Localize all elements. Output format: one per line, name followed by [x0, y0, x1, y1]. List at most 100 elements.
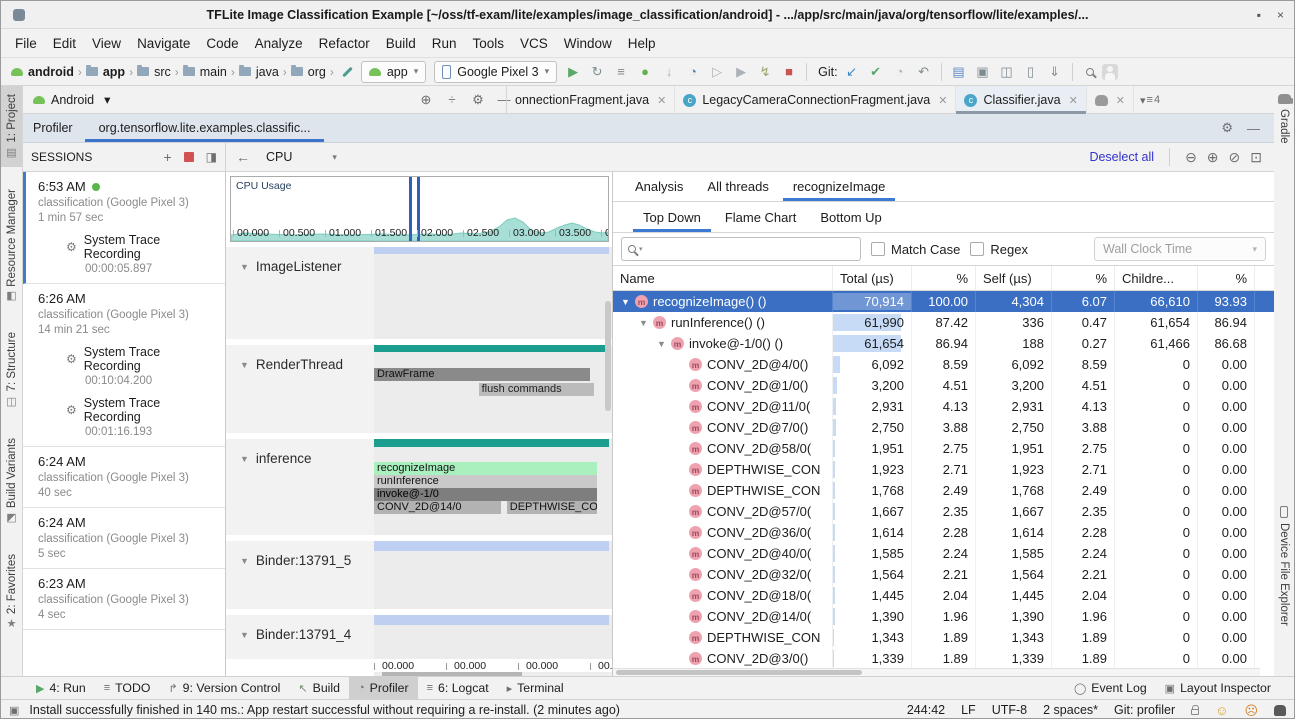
- menu-edit[interactable]: Edit: [45, 32, 84, 55]
- debug-icon[interactable]: ●: [633, 61, 657, 83]
- trace-recording-item[interactable]: ⚙System Trace Recording: [38, 233, 219, 261]
- run-config-select[interactable]: app▾: [361, 61, 426, 83]
- table-row[interactable]: mCONV_2D@1/0()3,2004.513,2004.5100.00: [613, 375, 1274, 396]
- trace-recording-item[interactable]: ⚙System Trace Recording: [38, 345, 219, 373]
- gradle-status-icon[interactable]: [1274, 705, 1286, 716]
- menu-window[interactable]: Window: [556, 32, 620, 55]
- table-row[interactable]: mDEPTHWISE_CON1,3431.891,3431.8900.00: [613, 627, 1274, 648]
- close-icon[interactable]: ✕: [938, 94, 947, 107]
- thread-label[interactable]: ▼ImageListener: [240, 259, 341, 274]
- restart-activity-icon[interactable]: ↯: [753, 61, 777, 83]
- locate-file-icon[interactable]: ⊕: [413, 92, 439, 108]
- stripe-button-device-file-explorer[interactable]: Device File Explorer: [1273, 506, 1295, 626]
- table-row[interactable]: mCONV_2D@7/0()2,7503.882,7503.8800.00: [613, 417, 1274, 438]
- table-row[interactable]: mCONV_2D@58/0(1,9512.751,9512.7500.00: [613, 438, 1274, 459]
- sdk-manager-icon[interactable]: ⇓: [1043, 61, 1067, 83]
- close-icon[interactable]: ✕: [1069, 94, 1078, 107]
- table-row[interactable]: ▼mrunInference() ()61,99087.423360.4761,…: [613, 312, 1274, 333]
- breadcrumb-org[interactable]: org: [291, 65, 326, 79]
- apply-changes-icon[interactable]: ↻: [585, 61, 609, 83]
- file-encoding[interactable]: UTF-8: [992, 703, 1027, 717]
- toolwindow-button-terminal[interactable]: ▸Terminal: [498, 677, 573, 699]
- column-header-1[interactable]: Name: [613, 266, 833, 290]
- stripe-button-gradle[interactable]: Gradle: [1273, 94, 1295, 144]
- stripe-button-2-favorites[interactable]: 2: Favorites★: [1, 546, 22, 638]
- git-history-icon[interactable]: ◔: [888, 61, 912, 83]
- toolwindow-toggle-icon[interactable]: ▣: [9, 704, 19, 717]
- apply-code-changes-icon[interactable]: ↓: [657, 61, 681, 83]
- session-item[interactable]: 6:23 AMclassification (Google Pixel 3)4 …: [23, 569, 225, 630]
- scrollbar-thumb[interactable]: [616, 670, 862, 675]
- emulator-icon[interactable]: ▣: [971, 61, 995, 83]
- editor-tab-profiler-icon[interactable]: ✕: [1087, 86, 1134, 114]
- editor-tab-1[interactable]: onnectionFragment.java✕: [507, 86, 675, 114]
- search-everywhere-icon[interactable]: [1078, 61, 1102, 83]
- trace-span[interactable]: DrawFrame: [374, 368, 590, 381]
- project-view-selector[interactable]: Android ▾: [23, 89, 124, 111]
- breadcrumb-app[interactable]: app: [86, 65, 125, 79]
- deselect-all-link[interactable]: Deselect all: [1089, 150, 1154, 164]
- menu-code[interactable]: Code: [198, 32, 246, 55]
- cpu-usage-chart[interactable]: CPU Usage 00.00000.50001.00001.50002.000…: [230, 176, 609, 242]
- stripe-button-1-project[interactable]: 1: Project▤: [1, 86, 22, 167]
- tab-all-threads[interactable]: All threads: [695, 172, 780, 201]
- menu-navigate[interactable]: Navigate: [129, 32, 198, 55]
- subtab-top-down[interactable]: Top Down: [631, 202, 713, 232]
- git-rollback-icon[interactable]: ↶: [912, 61, 936, 83]
- table-row[interactable]: mCONV_2D@57/0(1,6672.351,6672.3500.00: [613, 501, 1274, 522]
- match-case-checkbox[interactable]: [871, 242, 885, 256]
- sad-face-icon[interactable]: ☹: [1244, 704, 1258, 717]
- column-header-6[interactable]: Childre...: [1115, 266, 1198, 290]
- table-horizontal-scrollbar[interactable]: [613, 668, 1260, 676]
- toolwindow-button-layout-inspector[interactable]: ▣Layout Inspector: [1156, 677, 1280, 699]
- thread-label[interactable]: ▼RenderThread: [240, 357, 343, 372]
- table-row[interactable]: ▼mrecognizeImage() ()70,914100.004,3046.…: [613, 291, 1274, 312]
- menu-vcs[interactable]: VCS: [512, 32, 556, 55]
- menu-build[interactable]: Build: [378, 32, 424, 55]
- trace-span[interactable]: invoke@-1/0: [374, 488, 597, 501]
- thread-group-renderthread[interactable]: ▼RenderThreadDrawFrameflush commands: [226, 345, 613, 433]
- session-item[interactable]: 6:24 AMclassification (Google Pixel 3)40…: [23, 447, 225, 508]
- run-icon[interactable]: ▶: [561, 61, 585, 83]
- thread-label[interactable]: ▼inference: [240, 451, 311, 466]
- zoom-to-selection-icon[interactable]: ⊡: [1250, 149, 1262, 166]
- subtab-flame-chart[interactable]: Flame Chart: [713, 202, 809, 232]
- trace-span[interactable]: runInference: [374, 475, 597, 488]
- toolwindow-button-4-run[interactable]: ▶4: Run: [27, 677, 95, 699]
- trace-span[interactable]: DEPTHWISE_CONV_...: [507, 501, 597, 514]
- device-manager-icon[interactable]: ▤: [947, 61, 971, 83]
- thread-group-inference[interactable]: ▼inferencerecognizeImagerunInferenceinvo…: [226, 439, 613, 535]
- table-row[interactable]: mCONV_2D@36/0(1,6142.281,6142.2800.00: [613, 522, 1274, 543]
- menu-tools[interactable]: Tools: [465, 32, 513, 55]
- column-header-3[interactable]: %: [912, 266, 976, 290]
- session-item[interactable]: 6:24 AMclassification (Google Pixel 3)5 …: [23, 508, 225, 569]
- git-commit-icon[interactable]: ✔: [864, 61, 888, 83]
- menu-view[interactable]: View: [84, 32, 129, 55]
- menu-run[interactable]: Run: [424, 32, 465, 55]
- menu-help[interactable]: Help: [620, 32, 664, 55]
- match-case-option[interactable]: Match Case: [871, 242, 960, 257]
- chevron-down-icon[interactable]: ▼: [240, 556, 249, 566]
- collapse-panel-icon[interactable]: ◨: [206, 150, 217, 164]
- table-row[interactable]: mCONV_2D@11/0(2,9314.132,9314.1300.00: [613, 396, 1274, 417]
- regex-option[interactable]: Regex: [970, 242, 1028, 257]
- clock-mode-select[interactable]: Wall Clock Time ▾: [1094, 237, 1266, 261]
- table-row[interactable]: mCONV_2D@4/0()6,0928.596,0928.5900.00: [613, 354, 1274, 375]
- search-field[interactable]: ▾: [621, 237, 861, 261]
- git-update-icon[interactable]: ↙: [840, 61, 864, 83]
- zoom-in-icon[interactable]: ⊕: [1207, 149, 1219, 166]
- chevron-down-icon[interactable]: ▼: [240, 262, 249, 272]
- thread-group-imagelistener[interactable]: ▼ImageListener: [226, 247, 613, 339]
- expand-arrow-icon[interactable]: ▼: [657, 339, 671, 349]
- column-header-2[interactable]: Total (µs): [833, 266, 912, 290]
- thread-group-binder-13791-4[interactable]: ▼Binder:13791_4: [226, 615, 613, 659]
- profile-icon[interactable]: ◔: [681, 61, 705, 83]
- toolwindow-button-todo[interactable]: ≡TODO: [95, 677, 160, 699]
- toolwindow-button-event-log[interactable]: ◯Event Log: [1065, 677, 1156, 699]
- table-row[interactable]: mDEPTHWISE_CON1,7682.491,7682.4900.00: [613, 480, 1274, 501]
- threads-vertical-scrollbar[interactable]: [605, 301, 611, 411]
- regex-checkbox[interactable]: [970, 242, 984, 256]
- toolwindow-button-profiler[interactable]: ◔Profiler: [349, 677, 418, 699]
- table-row[interactable]: mCONV_2D@18/0(1,4452.041,4452.0400.00: [613, 585, 1274, 606]
- menu-analyze[interactable]: Analyze: [247, 32, 311, 55]
